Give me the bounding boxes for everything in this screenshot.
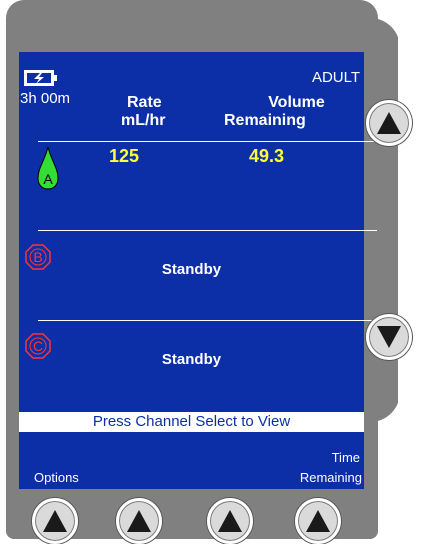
softkey-options-label: Options — [34, 470, 79, 485]
channel-a-row[interactable]: A 125 49.3 — [19, 142, 364, 230]
softkey-1-button[interactable] — [32, 498, 78, 544]
up-arrow-icon — [43, 510, 67, 532]
softkey-3-button[interactable] — [207, 498, 253, 544]
battery-time: 3h 00m — [20, 90, 71, 107]
channel-a-label: A — [43, 171, 53, 187]
softkey-2-button[interactable] — [116, 498, 162, 544]
volume-header-line2: Remaining — [224, 112, 306, 129]
channel-a-rate: 125 — [109, 146, 140, 166]
up-arrow-icon — [377, 112, 401, 134]
softkey-time-remaining-label-line1: Time — [331, 450, 360, 465]
prompt-text: Press Channel Select to View — [92, 413, 291, 430]
scroll-down-button[interactable] — [366, 314, 412, 360]
channel-b-row[interactable]: B Standby — [19, 231, 364, 320]
channel-a-drop-icon: A — [37, 146, 59, 190]
patient-profile: ADULT — [311, 69, 360, 86]
channel-a-volume: 49.3 — [249, 146, 285, 166]
infusion-pump-device: 3h 00m ADULT Rate mL/hr Volume Remaining… — [0, 0, 423, 544]
rate-header-line1: Rate — [127, 94, 162, 111]
prompt-bar: Press Channel Select to View — [19, 412, 364, 432]
rate-header-line2: mL/hr — [121, 112, 166, 129]
channel-b-status: Standby — [161, 261, 222, 278]
softkey-4-button[interactable] — [295, 498, 341, 544]
channel-c-row[interactable]: C Standby — [19, 321, 364, 410]
battery-charging-icon — [24, 70, 57, 86]
scroll-up-button[interactable] — [366, 100, 412, 146]
up-arrow-icon — [218, 510, 242, 532]
channel-c-status: Standby — [161, 351, 222, 368]
up-arrow-icon — [306, 510, 330, 532]
volume-header-line1: Volume — [268, 94, 325, 111]
softkey-time-remaining-label-line2: Remaining — [299, 470, 362, 485]
bezel-background — [398, 0, 423, 539]
down-arrow-icon — [377, 326, 401, 348]
up-arrow-icon — [127, 510, 151, 532]
pump-display: 3h 00m ADULT Rate mL/hr Volume Remaining… — [19, 52, 377, 489]
